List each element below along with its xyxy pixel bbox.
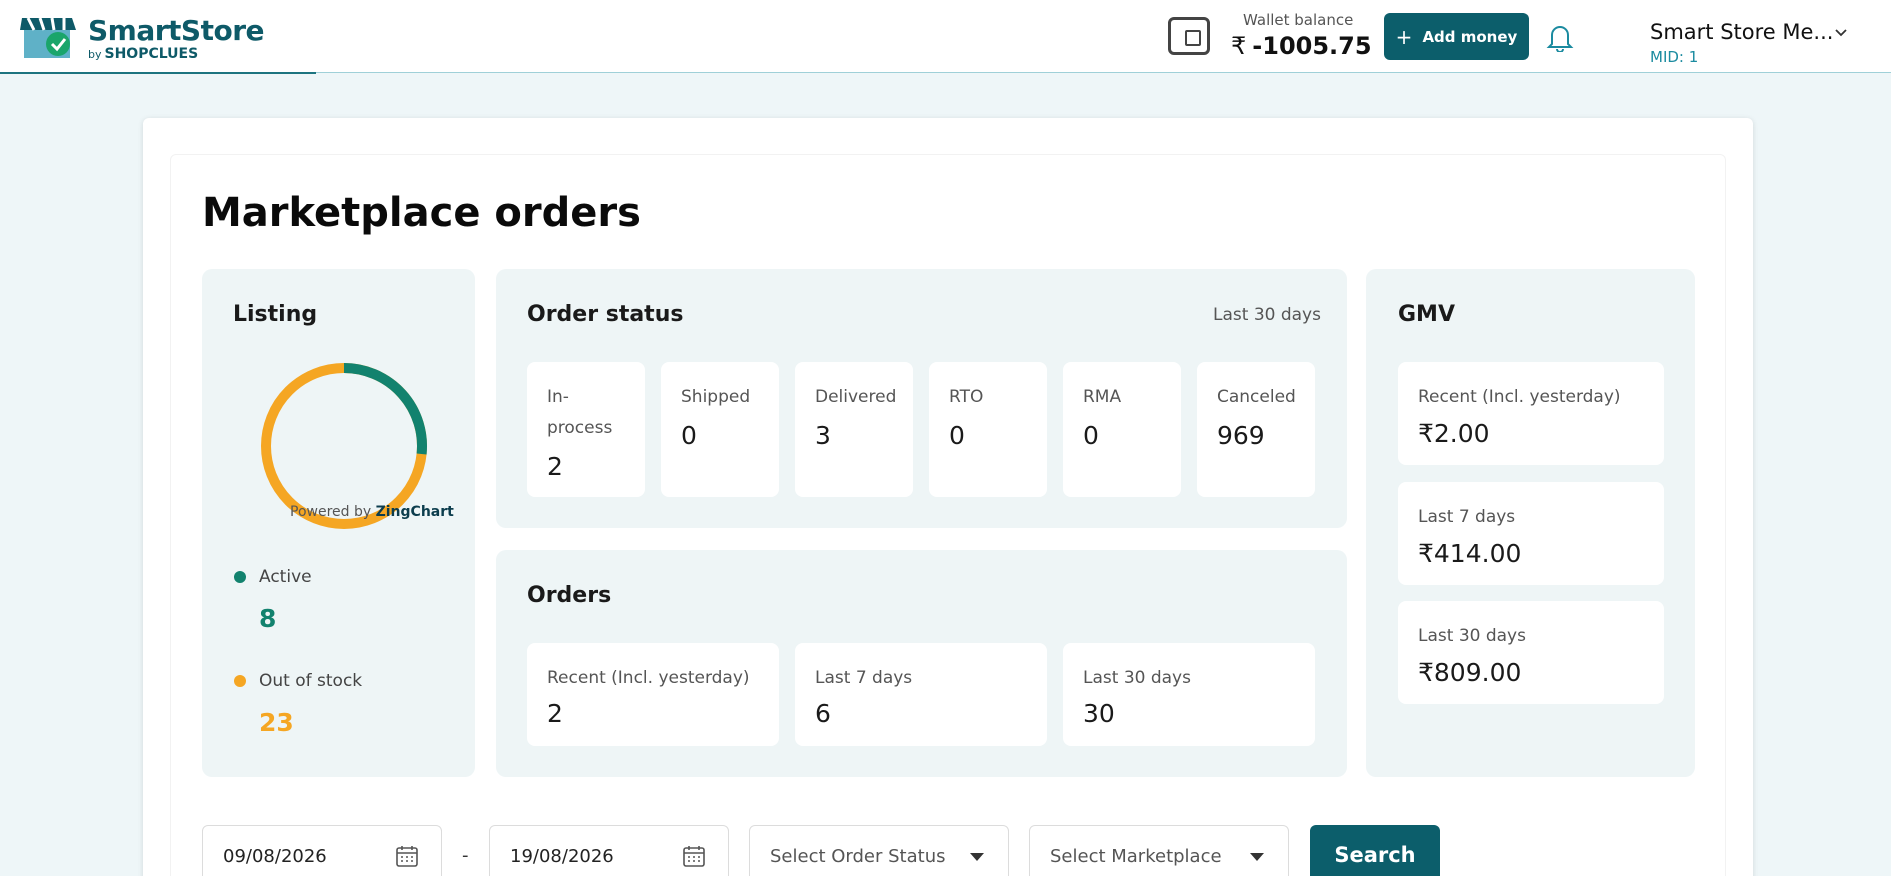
brand-by: by bbox=[88, 48, 102, 61]
brand-sub: by SHOPCLUES bbox=[88, 46, 198, 62]
zingchart-brand: ZingChart bbox=[375, 504, 454, 520]
smartstore-logo[interactable]: SmartStore by SHOPCLUES bbox=[20, 12, 265, 62]
wallet-balance-amount: -1005.75 bbox=[1252, 32, 1372, 60]
calendar-icon[interactable] bbox=[682, 844, 706, 868]
orders-tile-last-7-days[interactable]: Last 7 days 6 bbox=[795, 643, 1047, 746]
tile-value: 2 bbox=[547, 699, 563, 728]
order-status-tile-rto[interactable]: RTO 0 bbox=[929, 362, 1047, 497]
order-status-tile-in-process[interactable]: In-process 2 bbox=[527, 362, 645, 497]
to-date-value: 19/08/2026 bbox=[510, 846, 614, 867]
tile-label: Recent (Incl. yesterday) bbox=[547, 668, 750, 688]
gmv-tile-recent[interactable]: Recent (Incl. yesterday) ₹2.00 bbox=[1398, 362, 1664, 465]
top-header: SmartStore by SHOPCLUES bbox=[0, 0, 1891, 73]
listing-title: Listing bbox=[233, 302, 318, 327]
marketplace-placeholder: Select Marketplace bbox=[1050, 846, 1222, 867]
order-status-placeholder: Select Order Status bbox=[770, 846, 946, 867]
active-label: Active bbox=[259, 567, 312, 587]
orders-tile-recent[interactable]: Recent (Incl. yesterday) 2 bbox=[527, 643, 779, 746]
tile-label: Canceled bbox=[1217, 387, 1296, 407]
wallet-icon bbox=[1168, 17, 1210, 55]
tile-value: 969 bbox=[1217, 421, 1265, 450]
wallet-balance-value: ₹ -1005.75 bbox=[1231, 32, 1372, 60]
wallet-balance-label: Wallet balance bbox=[1243, 11, 1354, 29]
active-value: 8 bbox=[259, 604, 277, 633]
tile-value: ₹809.00 bbox=[1418, 658, 1522, 687]
date-range-separator: - bbox=[462, 845, 469, 866]
tile-label: Last 30 days bbox=[1418, 626, 1526, 646]
tile-value: 2 bbox=[547, 452, 563, 481]
from-date-value: 09/08/2026 bbox=[223, 846, 327, 867]
order-status-select[interactable]: Select Order Status bbox=[749, 825, 1009, 876]
to-date-input[interactable]: 19/08/2026 bbox=[489, 825, 729, 876]
out-of-stock-label: Out of stock bbox=[259, 671, 363, 691]
caret-down-icon bbox=[970, 853, 984, 861]
page-title: Marketplace orders bbox=[202, 190, 641, 236]
out-of-stock-value: 23 bbox=[259, 708, 294, 737]
gmv-tile-last-7-days[interactable]: Last 7 days ₹414.00 bbox=[1398, 482, 1664, 585]
tile-value: 0 bbox=[681, 421, 697, 450]
caret-down-icon bbox=[1250, 853, 1264, 861]
tile-label: Last 30 days bbox=[1083, 668, 1191, 688]
tile-label: Shipped bbox=[681, 387, 751, 407]
order-status-period: Last 30 days bbox=[1213, 305, 1321, 325]
add-money-label: Add money bbox=[1422, 27, 1518, 46]
bell-icon[interactable] bbox=[1546, 22, 1574, 52]
order-status-title: Order status bbox=[527, 302, 684, 327]
tile-label: In-process bbox=[547, 387, 613, 438]
tile-value: 0 bbox=[1083, 421, 1099, 450]
order-status-tile-rma[interactable]: RMA 0 bbox=[1063, 362, 1181, 497]
chevron-down-icon[interactable] bbox=[1834, 26, 1848, 40]
tile-label: Last 7 days bbox=[1418, 507, 1516, 527]
currency-symbol: ₹ bbox=[1231, 32, 1247, 60]
tile-value: 0 bbox=[949, 421, 965, 450]
marketplace-select[interactable]: Select Marketplace bbox=[1029, 825, 1289, 876]
powered-by-label: Powered by bbox=[290, 504, 372, 520]
orders-tile-last-30-days[interactable]: Last 30 days 30 bbox=[1063, 643, 1315, 746]
tile-value: 3 bbox=[815, 421, 831, 450]
gmv-title: GMV bbox=[1398, 302, 1455, 327]
header-accent-line bbox=[0, 72, 316, 74]
from-date-input[interactable]: 09/08/2026 bbox=[202, 825, 442, 876]
active-legend-dot bbox=[234, 571, 246, 583]
brand-name: SmartStore bbox=[88, 14, 265, 47]
order-status-tile-shipped[interactable]: Shipped 0 bbox=[661, 362, 779, 497]
tile-label: RMA bbox=[1083, 387, 1122, 407]
tile-label: Last 7 days bbox=[815, 668, 913, 688]
tile-value: 30 bbox=[1083, 699, 1115, 728]
plus-icon: + bbox=[1395, 24, 1413, 49]
search-button[interactable]: Search bbox=[1310, 825, 1440, 876]
tile-value: 6 bbox=[815, 699, 831, 728]
calendar-icon[interactable] bbox=[395, 844, 419, 868]
order-status-tile-canceled[interactable]: Canceled 969 bbox=[1197, 362, 1315, 497]
tile-label: RTO bbox=[949, 387, 984, 407]
order-status-tile-delivered[interactable]: Delivered 3 bbox=[795, 362, 913, 497]
orders-title: Orders bbox=[527, 583, 612, 608]
tile-label: Recent (Incl. yesterday) bbox=[1418, 387, 1621, 407]
store-logo-icon bbox=[20, 17, 76, 58]
tile-value: ₹414.00 bbox=[1418, 539, 1522, 568]
tile-value: ₹2.00 bbox=[1418, 419, 1490, 448]
tile-label: Delivered bbox=[815, 387, 897, 407]
chart-credit: Powered by ZingChart bbox=[290, 504, 454, 520]
gmv-tile-last-30-days[interactable]: Last 30 days ₹809.00 bbox=[1398, 601, 1664, 704]
merchant-name[interactable]: Smart Store Me... bbox=[1650, 20, 1833, 44]
add-money-button[interactable]: + Add money bbox=[1384, 13, 1529, 60]
merchant-id: MID: 1 bbox=[1650, 48, 1699, 66]
brand-sub-name: SHOPCLUES bbox=[104, 46, 199, 62]
out-of-stock-legend-dot bbox=[234, 675, 246, 687]
